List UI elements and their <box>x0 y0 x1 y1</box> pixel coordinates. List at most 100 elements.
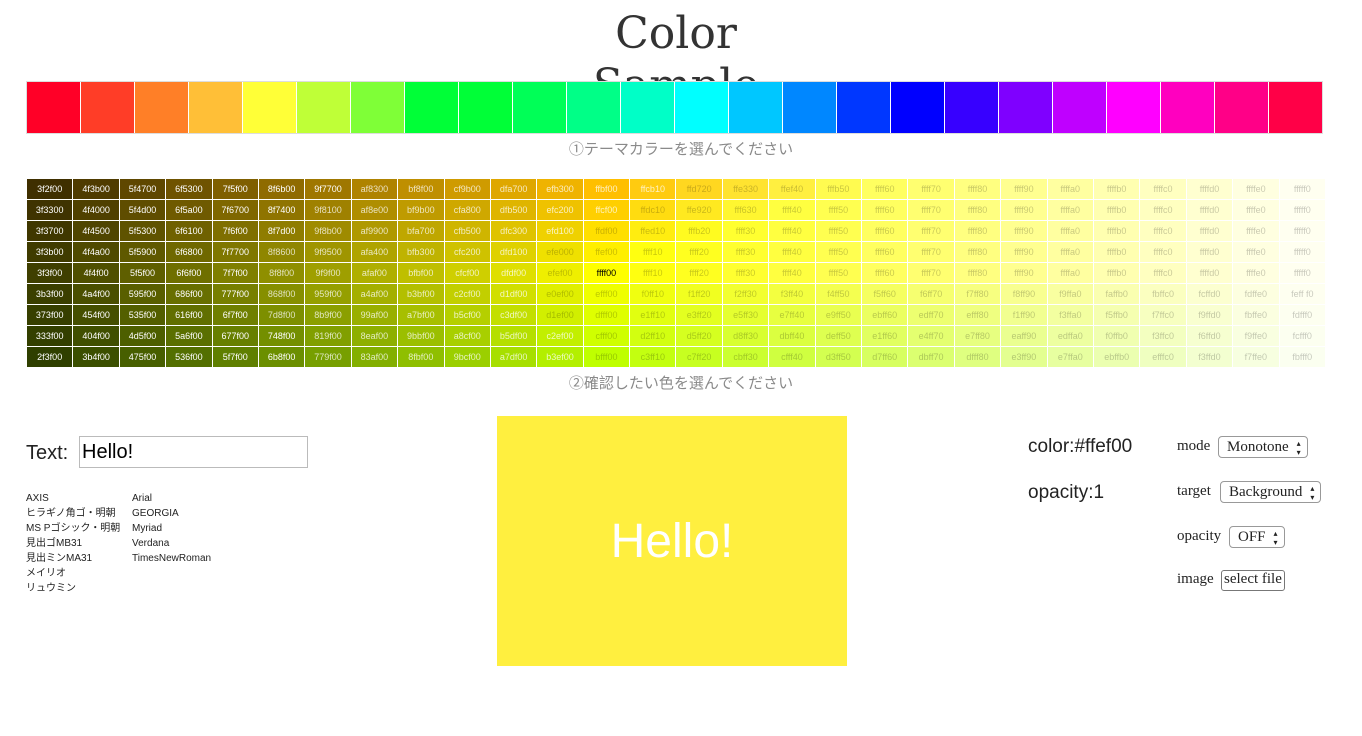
color-cell-afaf00[interactable]: afaf00 <box>350 262 399 284</box>
color-cell-ffff60[interactable]: ffff60 <box>861 220 909 242</box>
color-cell-af8300[interactable]: af8300 <box>350 178 399 200</box>
color-cell-ffffe0[interactable]: ffffe0 <box>1232 220 1280 242</box>
color-cell-ffffd0[interactable]: ffffd0 <box>1185 220 1234 242</box>
color-cell-9bcf00[interactable]: 9bcf00 <box>443 346 491 368</box>
color-cell-8b9f00[interactable]: 8b9f00 <box>304 304 352 326</box>
color-cell-ffffc0[interactable]: ffffc0 <box>1139 220 1187 242</box>
color-cell-ffff90[interactable]: ffff90 <box>1000 241 1048 263</box>
color-cell-efd100[interactable]: efd100 <box>536 220 584 242</box>
mode-select[interactable]: Monotone <box>1218 436 1308 458</box>
color-cell-e3ff90[interactable]: e3ff90 <box>1000 346 1048 368</box>
select-file-button[interactable]: select file <box>1221 570 1285 591</box>
color-cell-f7ff80[interactable]: f7ff80 <box>953 283 1002 305</box>
color-cell-3f3700[interactable]: 3f3700 <box>25 220 74 242</box>
color-cell-ffffe0[interactable]: ffffe0 <box>1232 199 1280 221</box>
color-cell-83af00[interactable]: 83af00 <box>350 346 399 368</box>
theme-swatch-18[interactable] <box>945 82 999 133</box>
color-cell-ffff20[interactable]: ffff20 <box>675 262 723 284</box>
color-cell-ffffc0[interactable]: ffffc0 <box>1139 178 1187 200</box>
color-cell-8eaf00[interactable]: 8eaf00 <box>350 325 399 347</box>
color-cell-ffff90[interactable]: ffff90 <box>1000 199 1048 221</box>
font-option-jp-2[interactable]: ヒラギノ角ゴ・明朝 <box>26 506 120 521</box>
color-cell-f8ff90[interactable]: f8ff90 <box>1000 283 1048 305</box>
color-cell-ffffb0[interactable]: ffffb0 <box>1092 262 1141 284</box>
color-cell-7f6700[interactable]: 7f6700 <box>211 199 259 221</box>
color-cell-dbff40[interactable]: dbff40 <box>768 325 816 347</box>
color-cell-fcfff0[interactable]: fcfff0 <box>1278 325 1327 347</box>
color-cell-6f5a00[interactable]: 6f5a00 <box>165 199 213 221</box>
theme-swatch-23[interactable] <box>1215 82 1269 133</box>
color-cell-ffff80[interactable]: ffff80 <box>953 262 1002 284</box>
color-cell-cfff40[interactable]: cfff40 <box>768 346 816 368</box>
color-cell-868f00[interactable]: 868f00 <box>257 283 306 305</box>
theme-swatch-11[interactable] <box>567 82 621 133</box>
color-cell-deff50[interactable]: deff50 <box>814 325 863 347</box>
color-cell-dfff80[interactable]: dfff80 <box>953 346 1002 368</box>
color-cell-616f00[interactable]: 616f00 <box>165 304 213 326</box>
theme-swatch-1[interactable] <box>27 82 81 133</box>
color-cell-8fbf00[interactable]: 8fbf00 <box>397 346 445 368</box>
color-cell-f7ffc0[interactable]: f7ffc0 <box>1139 304 1187 326</box>
color-cell-ffffd0[interactable]: ffffd0 <box>1185 241 1234 263</box>
color-cell-faffb0[interactable]: faffb0 <box>1092 283 1141 305</box>
color-cell-bfb300[interactable]: bfb300 <box>397 241 445 263</box>
color-cell-ffe330[interactable]: ffe330 <box>721 178 770 200</box>
color-cell-d1ef00[interactable]: d1ef00 <box>536 304 584 326</box>
color-cell-ffffb0[interactable]: ffffb0 <box>1092 178 1141 200</box>
color-cell-e1ff10[interactable]: e1ff10 <box>629 304 677 326</box>
color-cell-ffff80[interactable]: ffff80 <box>953 178 1002 200</box>
color-cell-ffef40[interactable]: ffef40 <box>768 178 816 200</box>
color-cell-fffb50[interactable]: fffb50 <box>814 178 863 200</box>
color-cell-f6ffd0[interactable]: f6ffd0 <box>1185 325 1234 347</box>
color-cell-cfff00[interactable]: cfff00 <box>582 325 631 347</box>
color-cell-dbff70[interactable]: dbff70 <box>907 346 955 368</box>
color-cell-7f7f00[interactable]: 7f7f00 <box>211 262 259 284</box>
color-cell-ffff50[interactable]: ffff50 <box>814 220 863 242</box>
color-cell-ffffe0[interactable]: ffffe0 <box>1232 241 1280 263</box>
color-cell-959f00[interactable]: 959f00 <box>304 283 352 305</box>
color-cell-3b3f00[interactable]: 3b3f00 <box>25 283 74 305</box>
theme-swatch-15[interactable] <box>783 82 837 133</box>
color-cell-404f00[interactable]: 404f00 <box>72 325 120 347</box>
color-cell-fbffc0[interactable]: fbffc0 <box>1139 283 1187 305</box>
color-cell-5f4700[interactable]: 5f4700 <box>118 178 167 200</box>
color-cell-ffff60[interactable]: ffff60 <box>861 262 909 284</box>
color-cell-a7bf00[interactable]: a7bf00 <box>397 304 445 326</box>
color-cell-fbffe0[interactable]: fbffe0 <box>1232 304 1280 326</box>
color-cell-f3ffc0[interactable]: f3ffc0 <box>1139 325 1187 347</box>
color-cell-3f3300[interactable]: 3f3300 <box>25 199 74 221</box>
color-cell-ffffa0[interactable]: ffffa0 <box>1046 241 1094 263</box>
theme-swatch-10[interactable] <box>513 82 567 133</box>
color-cell-eaff90[interactable]: eaff90 <box>1000 325 1048 347</box>
color-cell-efff80[interactable]: efff80 <box>953 304 1002 326</box>
color-cell-ffd720[interactable]: ffd720 <box>675 178 723 200</box>
color-cell-c3df00[interactable]: c3df00 <box>489 304 538 326</box>
color-cell-4d5f00[interactable]: 4d5f00 <box>118 325 167 347</box>
color-cell-4f3b00[interactable]: 4f3b00 <box>72 178 120 200</box>
color-cell-af9900[interactable]: af9900 <box>350 220 399 242</box>
color-cell-efffc0[interactable]: efffc0 <box>1139 346 1187 368</box>
font-option-en-5[interactable]: TimesNewRoman <box>132 551 211 566</box>
color-cell-ffff20[interactable]: ffff20 <box>675 241 723 263</box>
color-cell-dfc300[interactable]: dfc300 <box>489 220 538 242</box>
color-cell-e0ef00[interactable]: e0ef00 <box>536 283 584 305</box>
color-cell-686f00[interactable]: 686f00 <box>165 283 213 305</box>
color-cell-5f5900[interactable]: 5f5900 <box>118 241 167 263</box>
color-cell-ffef00[interactable]: ffef00 <box>582 241 631 263</box>
font-option-jp-7[interactable]: リュウミン <box>26 581 120 596</box>
color-cell-ffff70[interactable]: ffff70 <box>907 262 955 284</box>
color-cell-b3ef00[interactable]: b3ef00 <box>536 346 584 368</box>
color-cell-a8cf00[interactable]: a8cf00 <box>443 325 491 347</box>
color-cell-ffffd0[interactable]: ffffd0 <box>1185 262 1234 284</box>
color-cell-ffe920[interactable]: ffe920 <box>675 199 723 221</box>
color-cell-f1ff90[interactable]: f1ff90 <box>1000 304 1048 326</box>
color-cell-99af00[interactable]: 99af00 <box>350 304 399 326</box>
theme-swatch-7[interactable] <box>351 82 405 133</box>
color-cell-ffffe0[interactable]: ffffe0 <box>1232 178 1280 200</box>
theme-swatch-19[interactable] <box>999 82 1053 133</box>
theme-swatch-3[interactable] <box>135 82 189 133</box>
color-cell-bfa700[interactable]: bfa700 <box>397 220 445 242</box>
color-cell-6f7f00[interactable]: 6f7f00 <box>211 304 259 326</box>
color-cell-efff00[interactable]: efff00 <box>582 283 631 305</box>
color-cell-9f9500[interactable]: 9f9500 <box>304 241 352 263</box>
